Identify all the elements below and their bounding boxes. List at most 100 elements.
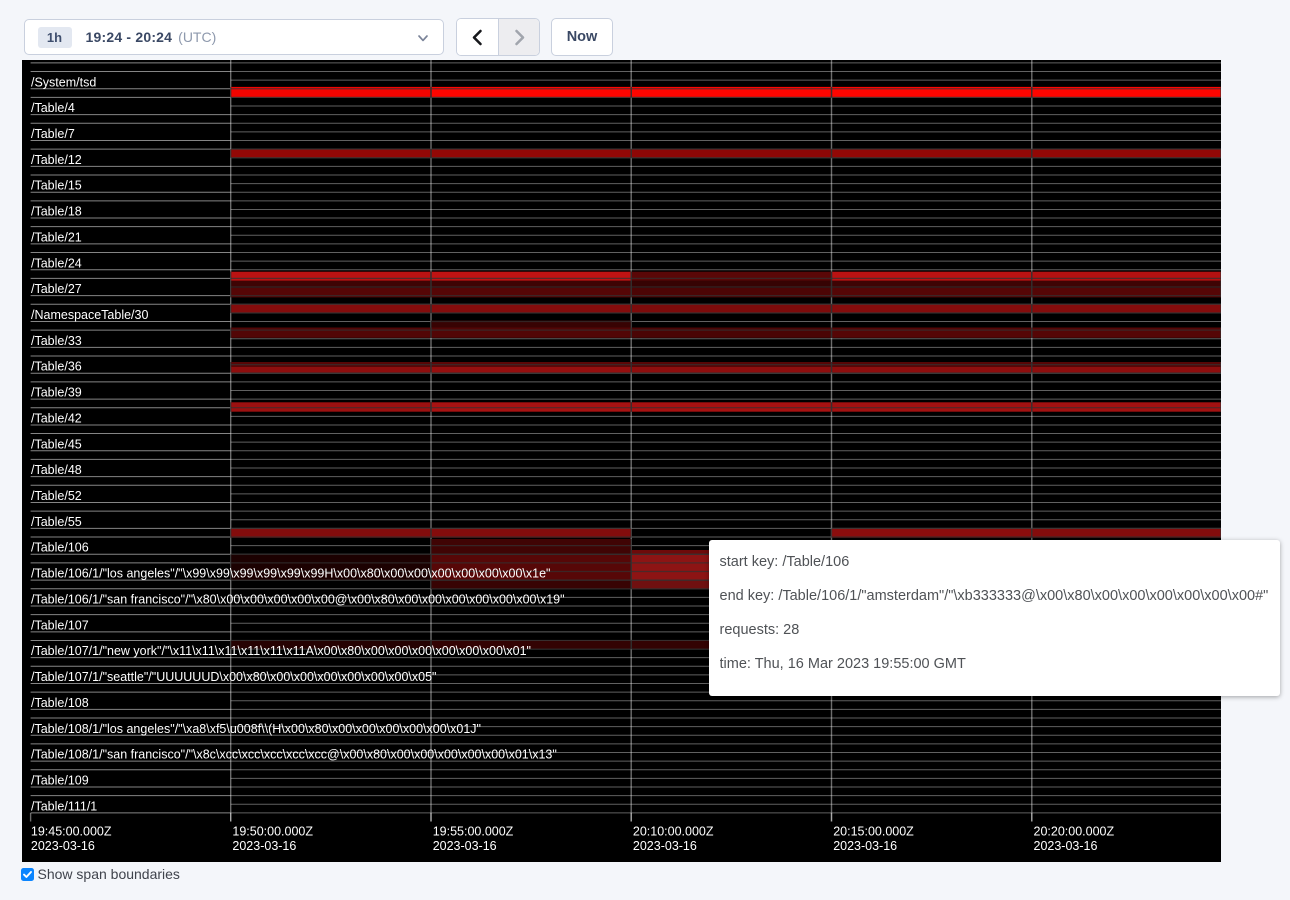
x-axis-date-label: 2023-03-16 [633,839,697,853]
chevron-right-icon [512,29,527,46]
row-label: /Table/108/1/"san francisco"/"\x8c\xcc\x… [31,747,557,761]
row-label: /Table/55 [31,514,82,528]
row-label: /Table/107 [31,618,89,632]
row-label: /Table/39 [31,385,82,399]
row-label: /Table/7 [31,126,75,140]
row-label: /Table/107/1/"seattle"/"UUUUUUD\x00\x80\… [31,670,436,684]
heat-band [832,327,1032,337]
heat-band [431,149,631,158]
time-pager [456,18,540,56]
row-label: /Table/42 [31,411,82,425]
row-label: /Table/107/1/"new york"/"\x11\x11\x11\x1… [31,644,531,658]
row-label: /Table/108/1/"los angeles"/"\xa8\xf5\u00… [31,721,481,735]
heat-band [431,304,631,313]
row-label: /Table/12 [31,152,82,166]
heat-band [231,528,431,537]
heatmap-canvas[interactable]: /System/tsd/Table/4/Table/7/Table/12/Tab… [22,60,1221,863]
heat-band [631,402,831,411]
heat-band [832,402,1032,411]
tooltip-time: time: Thu, 16 Mar 2023 19:55:00 GMT [720,648,1275,682]
row-label: /Table/45 [31,437,82,451]
row-label: /Table/33 [31,333,82,347]
x-axis-time-label: 20:15:00.000Z [833,824,914,838]
x-axis-time-label: 19:50:00.000Z [232,824,313,838]
hover-tooltip: start key: /Table/106 end key: /Table/10… [709,540,1280,696]
row-label: /Table/111/1 [31,799,97,813]
next-time-button[interactable] [498,19,539,55]
x-axis-time-label: 20:20:00.000Z [1034,824,1115,838]
heat-band [431,327,631,337]
show-span-boundaries-label: Show span boundaries [38,866,180,882]
heat-band [431,271,631,280]
row-label: /Table/48 [31,463,82,477]
now-button[interactable]: Now [551,18,613,56]
heat-band [1032,528,1221,537]
time-range-text: 19:24 - 20:24 [86,29,173,45]
tooltip-end-key: end key: /Table/106/1/"amsterdam"/"\xb33… [720,580,1275,614]
heat-band [832,528,1032,537]
x-axis-date-label: 2023-03-16 [433,839,497,853]
row-label: /Table/52 [31,489,82,503]
heat-band [431,539,631,554]
heat-band [231,149,431,158]
x-axis-date-label: 2023-03-16 [31,839,95,853]
heat-band [832,304,1032,313]
x-axis-time-label: 19:45:00.000Z [31,824,112,838]
row-label: /Table/106/1/"los angeles"/"\x99\x99\x99… [31,566,550,580]
heat-band [231,402,431,411]
heat-band [1032,304,1221,313]
heat-band [631,366,831,372]
heat-band [631,327,831,337]
show-span-boundaries-checkbox[interactable] [21,868,34,881]
row-label: /Table/27 [31,282,82,296]
heat-band [1032,271,1221,280]
row-label: /System/tsd [31,75,96,89]
x-axis-date-label: 2023-03-16 [1034,839,1098,853]
heat-band [431,528,631,537]
chevron-left-icon [470,29,485,46]
heatmap-background [22,60,1221,863]
heat-band [832,366,1032,372]
heat-band [631,149,831,158]
heat-band [231,304,431,313]
timezone-label: (UTC) [178,29,216,45]
row-label: /Table/109 [31,773,89,787]
heat-band [231,271,431,280]
heat-band [431,366,631,372]
heat-band [631,271,831,280]
x-axis-date-label: 2023-03-16 [833,839,897,853]
heat-band [1032,149,1221,158]
heat-band [231,327,431,337]
heat-band [1032,366,1221,372]
time-preset-badge: 1h [38,27,72,48]
heat-band [631,304,831,313]
row-label: /Table/108 [31,695,89,709]
x-axis-time-label: 19:55:00.000Z [433,824,514,838]
prev-time-button[interactable] [457,19,498,55]
x-axis-date-label: 2023-03-16 [232,839,296,853]
row-label: /Table/106 [31,540,89,554]
tooltip-requests: requests: 28 [720,614,1275,648]
row-label: /Table/4 [31,101,75,115]
row-label: /Table/36 [31,359,82,373]
row-label: /Table/18 [31,204,82,218]
x-axis-time-label: 20:10:00.000Z [633,824,714,838]
heat-band [832,271,1032,280]
time-range-selector[interactable]: 1h 19:24 - 20:24 (UTC) [24,19,444,55]
heat-band [832,149,1032,158]
show-span-boundaries-row: Show span boundaries [21,866,180,882]
key-visualizer-page: 1h 19:24 - 20:24 (UTC) Now /System/tsd/T… [0,0,1290,900]
heat-band [231,366,431,372]
heat-band [431,580,631,589]
row-label: /Table/15 [31,178,82,192]
heat-band [1032,402,1221,411]
row-label: /Table/106/1/"san francisco"/"\x80\x00\x… [31,592,565,606]
row-label: /Table/24 [31,256,82,270]
heat-band [431,402,631,411]
row-label: /NamespaceTable/30 [31,308,148,322]
chevron-down-icon [416,31,430,45]
row-label: /Table/21 [31,230,82,244]
heat-band [1032,327,1221,337]
checkmark-icon [22,869,33,880]
tooltip-start-key: start key: /Table/106 [720,546,1275,580]
